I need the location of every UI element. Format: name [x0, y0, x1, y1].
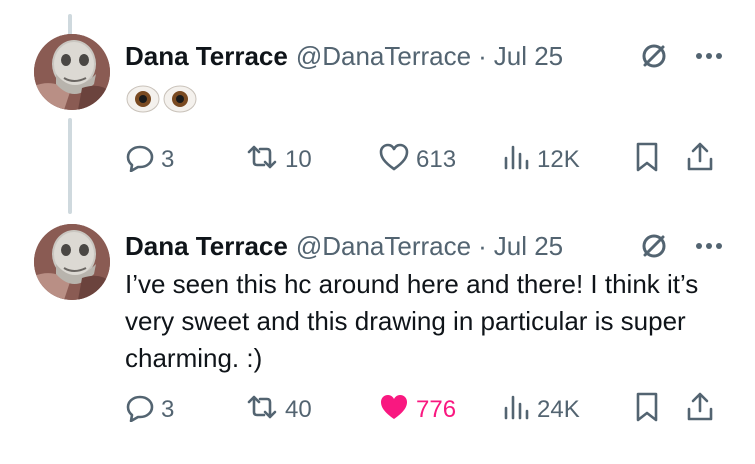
share-icon — [685, 141, 715, 180]
reply-button[interactable]: 3 — [125, 390, 174, 430]
tweet-date[interactable]: Jul 25 — [494, 41, 563, 72]
views-count: 24K — [537, 396, 580, 423]
eyes-emoji-icon — [126, 84, 198, 119]
tweet-date[interactable]: Jul 25 — [494, 231, 563, 262]
tweet-header: Dana Terrace @DanaTerrace · Jul 25 — [125, 38, 735, 74]
retweet-count: 40 — [285, 396, 312, 423]
retweet-count: 10 — [285, 146, 312, 173]
tweet-actions: 3 40 776 24K — [125, 390, 725, 430]
tweet-header: Dana Terrace @DanaTerrace · Jul 25 — [125, 228, 735, 264]
thread-line-connector — [68, 118, 72, 214]
bookmark-icon — [633, 141, 661, 180]
tweet-text: I’ve seen this hc around here and there!… — [125, 269, 699, 373]
share-button[interactable] — [685, 390, 715, 430]
reply-icon — [125, 142, 155, 179]
tweet-emoji-content — [126, 84, 198, 119]
reply-button[interactable]: 3 — [125, 140, 174, 180]
like-button[interactable]: 776 — [378, 390, 456, 430]
separator-dot: · — [478, 230, 487, 261]
bookmark-button[interactable] — [633, 390, 661, 430]
bookmark-icon — [633, 391, 661, 430]
heart-icon — [378, 392, 410, 429]
author-name[interactable]: Dana Terrace — [125, 231, 288, 262]
retweet-button[interactable]: 40 — [245, 390, 312, 430]
bookmark-button[interactable] — [633, 140, 661, 180]
more-icon[interactable] — [689, 228, 729, 264]
views-bar-chart-icon — [501, 142, 531, 179]
author-name[interactable]: Dana Terrace — [125, 41, 288, 72]
like-count: 613 — [416, 146, 457, 173]
views-button[interactable]: 24K — [501, 390, 580, 430]
heart-icon — [378, 142, 410, 179]
retweet-icon — [245, 142, 279, 179]
share-button[interactable] — [685, 140, 715, 180]
like-count: 776 — [416, 396, 457, 423]
like-button[interactable]: 613 — [378, 140, 456, 180]
share-icon — [685, 391, 715, 430]
more-icon[interactable] — [689, 38, 729, 74]
reply-count: 3 — [161, 396, 175, 423]
retweet-button[interactable]: 10 — [245, 140, 312, 180]
author-handle[interactable]: @DanaTerrace — [296, 231, 471, 262]
views-bar-chart-icon — [501, 392, 531, 429]
reply-icon — [125, 392, 155, 429]
tweet-actions: 3 10 613 12K — [125, 140, 725, 180]
thread-line-top — [68, 14, 72, 36]
reply-count: 3 — [161, 146, 175, 173]
no-entry-icon[interactable] — [635, 228, 673, 264]
views-count: 12K — [537, 146, 580, 173]
no-entry-icon[interactable] — [635, 38, 673, 74]
views-button[interactable]: 12K — [501, 140, 580, 180]
avatar[interactable] — [34, 34, 110, 110]
author-handle[interactable]: @DanaTerrace — [296, 41, 471, 72]
separator-dot: · — [478, 40, 487, 71]
retweet-icon — [245, 392, 279, 429]
avatar[interactable] — [34, 224, 110, 300]
